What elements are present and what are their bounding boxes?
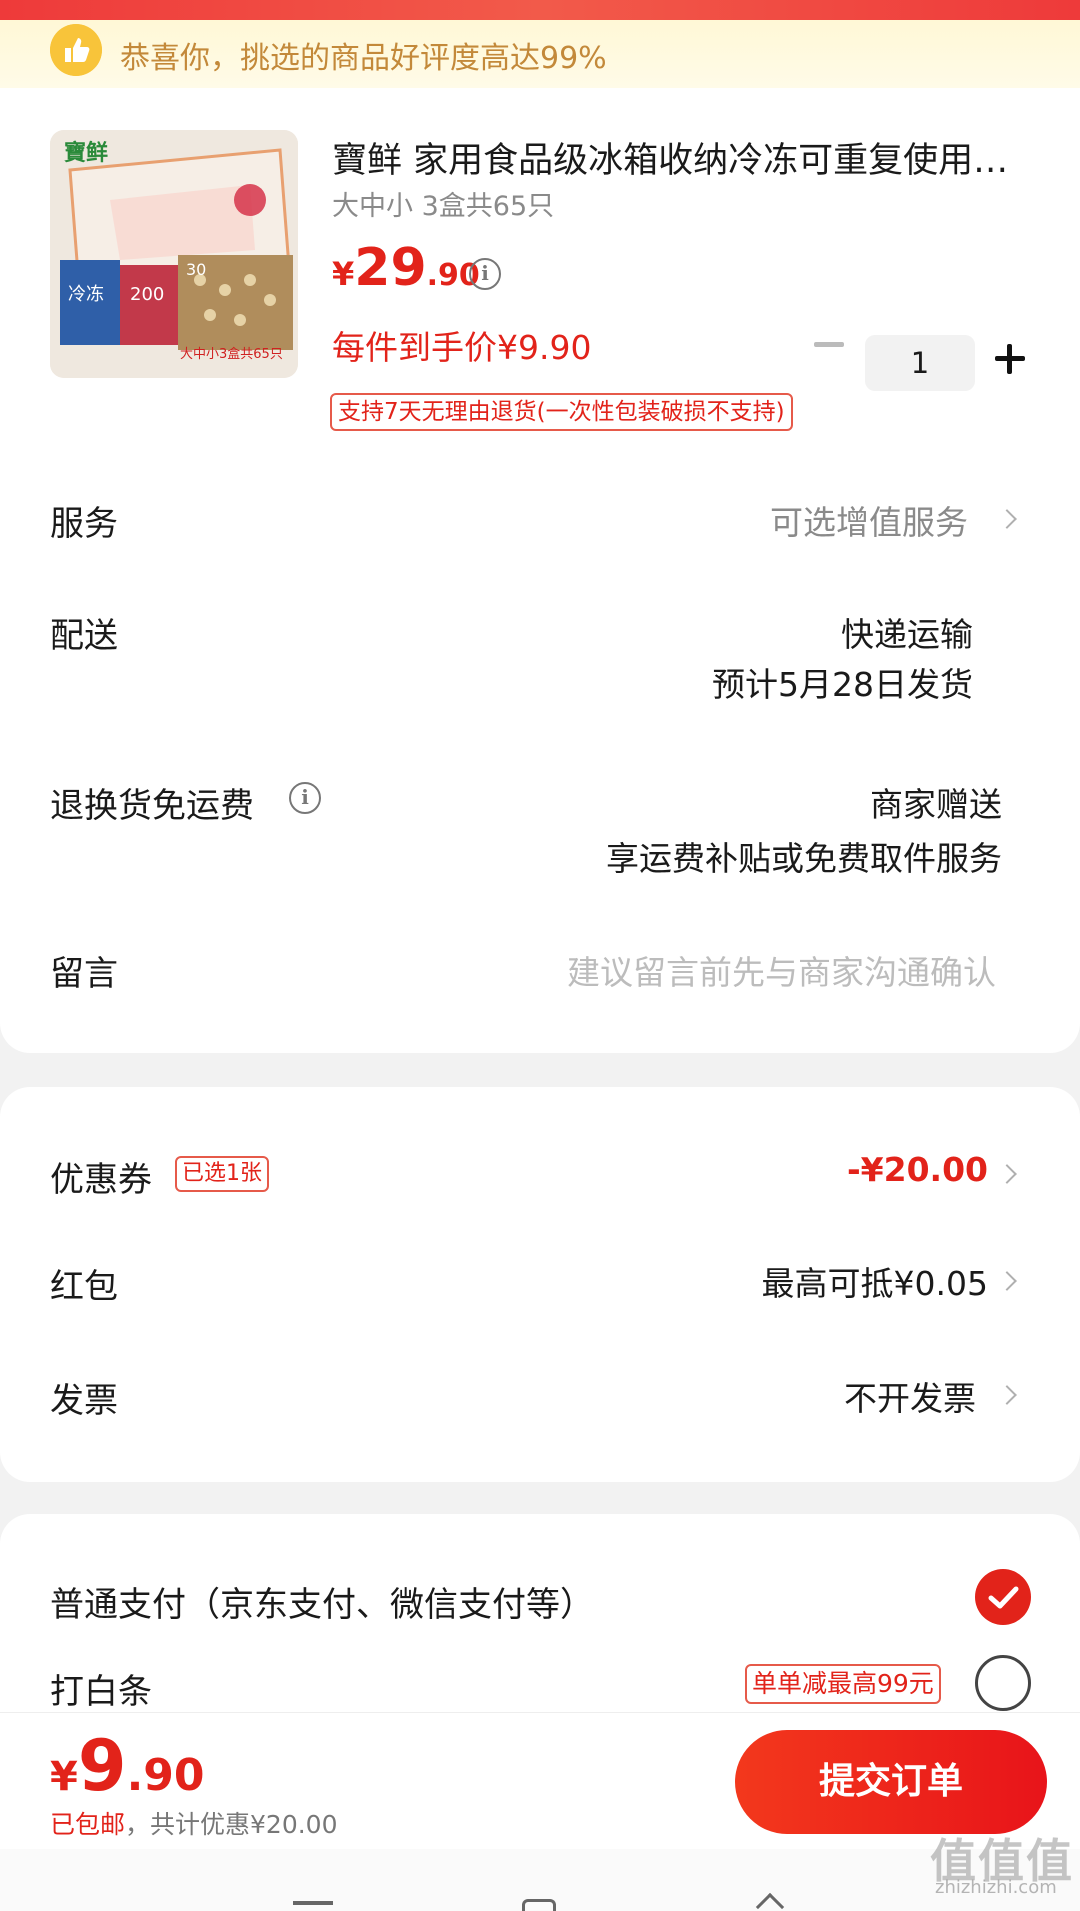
nav-home-icon[interactable] (522, 1899, 556, 1911)
free-shipping-text: 已包邮 (50, 1810, 126, 1839)
price-info-icon[interactable]: i (469, 258, 501, 290)
normal-payment-label[interactable]: 普通支付（京东支付、微信支付等） (50, 1577, 594, 1626)
return-shipping-provider: 商家赠送 (870, 785, 1002, 824)
delivery-label: 配送 (50, 616, 118, 656)
baitiao-radio[interactable] (975, 1655, 1031, 1711)
coupon-label: 优惠券 (50, 1160, 152, 1200)
normal-payment-checked-icon[interactable] (975, 1569, 1031, 1625)
thumbs-up-icon (50, 24, 102, 76)
return-shipping-info-icon[interactable]: i (289, 782, 321, 814)
invoice-value[interactable]: 不开发票 (844, 1372, 976, 1420)
product-image-brand: 寶鲜 (64, 140, 108, 166)
total-price: ¥9.90 (50, 1725, 205, 1807)
banner-text: 恭喜你，挑选的商品好评度高达99% (120, 41, 607, 76)
product-image-label-freeze: 冷冻 (68, 284, 104, 305)
coupon-selected-tag: 已选1张 (175, 1156, 269, 1192)
quantity-value[interactable]: 1 (865, 335, 975, 391)
system-nav-bar (0, 1849, 1080, 1911)
product-image-caption: 大中小3盒共65只 (180, 346, 283, 362)
delivery-method[interactable]: 快递运输 (841, 608, 973, 656)
checkout-bar: ¥9.90 已包邮，共计优惠¥20.00 提交订单 (0, 1712, 1080, 1849)
price-summary: 已包邮，共计优惠¥20.00 (50, 1805, 338, 1841)
return-shipping-label: 退换货免运费 (50, 786, 254, 826)
product-image[interactable]: 寶鲜 冷冻 200 30 大中小3盒共65只 (50, 130, 298, 378)
top-header-strip (0, 0, 1080, 20)
product-card: 寶鲜 冷冻 200 30 大中小3盒共65只 寶鲜 家用食品级冰箱收纳冷冻可重复… (0, 88, 1080, 1053)
delivery-eta[interactable]: 预计5月28日发货 (712, 658, 973, 706)
savings-text: ，共计优惠¥20.00 (125, 1810, 338, 1839)
total-currency: ¥ (50, 1754, 78, 1800)
price-currency: ¥ (332, 255, 355, 293)
quantity-decrease-button[interactable] (814, 342, 844, 347)
watermark-url: zhizhizhi.com (935, 1877, 1057, 1898)
product-spec[interactable]: 大中小 3盒共65只 (332, 184, 554, 223)
quantity-increase-button[interactable] (995, 344, 1025, 374)
coupon-chevron-icon[interactable] (997, 1164, 1017, 1184)
red-packet-label: 红包 (50, 1267, 118, 1307)
submit-order-button[interactable]: 提交订单 (735, 1730, 1047, 1834)
service-label: 服务 (50, 504, 118, 544)
total-decimal: .90 (126, 1750, 205, 1801)
service-value[interactable]: 可选增值服务 (770, 496, 968, 544)
product-price: ¥29.90 (332, 238, 480, 298)
message-input[interactable]: 建议留言前先与商家沟通确认 (567, 946, 996, 994)
praise-banner: 恭喜你，挑选的商品好评度高达99% (0, 20, 1080, 88)
invoice-chevron-icon[interactable] (997, 1385, 1017, 1405)
per-item-price: 每件到手价¥9.90 (332, 328, 592, 367)
discount-card: 优惠券 已选1张 -¥20.00 红包 最高可抵¥0.05 发票 不开发票 (0, 1087, 1080, 1482)
price-integer: 29 (354, 238, 427, 298)
product-title[interactable]: 寶鲜 家用食品级冰箱收纳冷冻可重复使用… (332, 132, 1032, 183)
return-shipping-detail: 享运费补贴或免费取件服务 (606, 839, 1002, 878)
return-policy-badge: 支持7天无理由退货(一次性包装破损不支持) (330, 393, 793, 431)
red-packet-value[interactable]: 最高可抵¥0.05 (762, 1257, 988, 1305)
invoice-label: 发票 (50, 1381, 118, 1421)
red-packet-chevron-icon[interactable] (997, 1271, 1017, 1291)
baitiao-label[interactable]: 打白条 (50, 1664, 152, 1713)
service-chevron-icon[interactable] (997, 509, 1017, 529)
product-image-label-30: 30 (186, 260, 206, 279)
message-label: 留言 (50, 954, 118, 994)
product-image-label-200: 200 (130, 284, 164, 305)
nav-menu-icon[interactable] (293, 1901, 333, 1905)
coupon-value[interactable]: -¥20.00 (847, 1150, 988, 1189)
baitiao-promo-tag: 单单减最高99元 (745, 1664, 941, 1704)
nav-back-icon[interactable] (755, 1892, 785, 1911)
total-integer: 9 (77, 1725, 127, 1807)
